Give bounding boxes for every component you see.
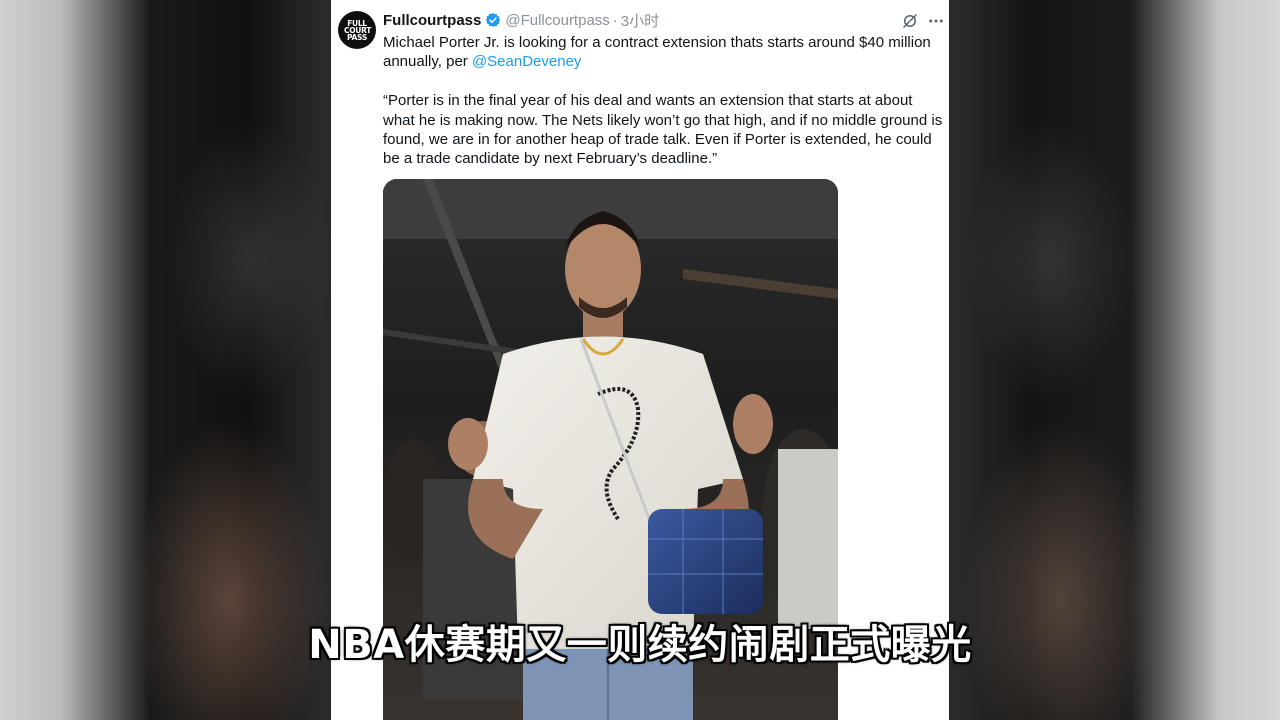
verified-badge-icon <box>486 13 501 27</box>
tweet-header: Fullcourtpass @Fullcourtpass · 3小时 <box>383 10 659 30</box>
tweet-text-line: Michael Porter Jr. is looking for a cont… <box>383 34 931 71</box>
grok-icon[interactable] <box>901 12 919 30</box>
tweet-quote: “Porter is in the final year of his deal… <box>383 92 943 168</box>
video-subtitle: NBA休赛期又一则续约闹剧正式曝光 <box>308 622 972 668</box>
tweet-text-main: Michael Porter Jr. is looking for a cont… <box>383 33 945 72</box>
avatar[interactable]: FULL COURT PASS <box>338 11 376 49</box>
display-name[interactable]: Fullcourtpass <box>383 12 481 29</box>
tweet-text: Michael Porter Jr. is looking for a cont… <box>383 33 945 169</box>
more-icon[interactable] <box>927 12 945 30</box>
timestamp[interactable]: 3小时 <box>621 10 659 31</box>
mention-link[interactable]: @SeanDeveney <box>472 53 581 70</box>
avatar-logo-text: FULL COURT PASS <box>344 18 372 42</box>
user-handle[interactable]: @Fullcourtpass <box>505 12 609 29</box>
separator-dot: · <box>612 11 618 29</box>
